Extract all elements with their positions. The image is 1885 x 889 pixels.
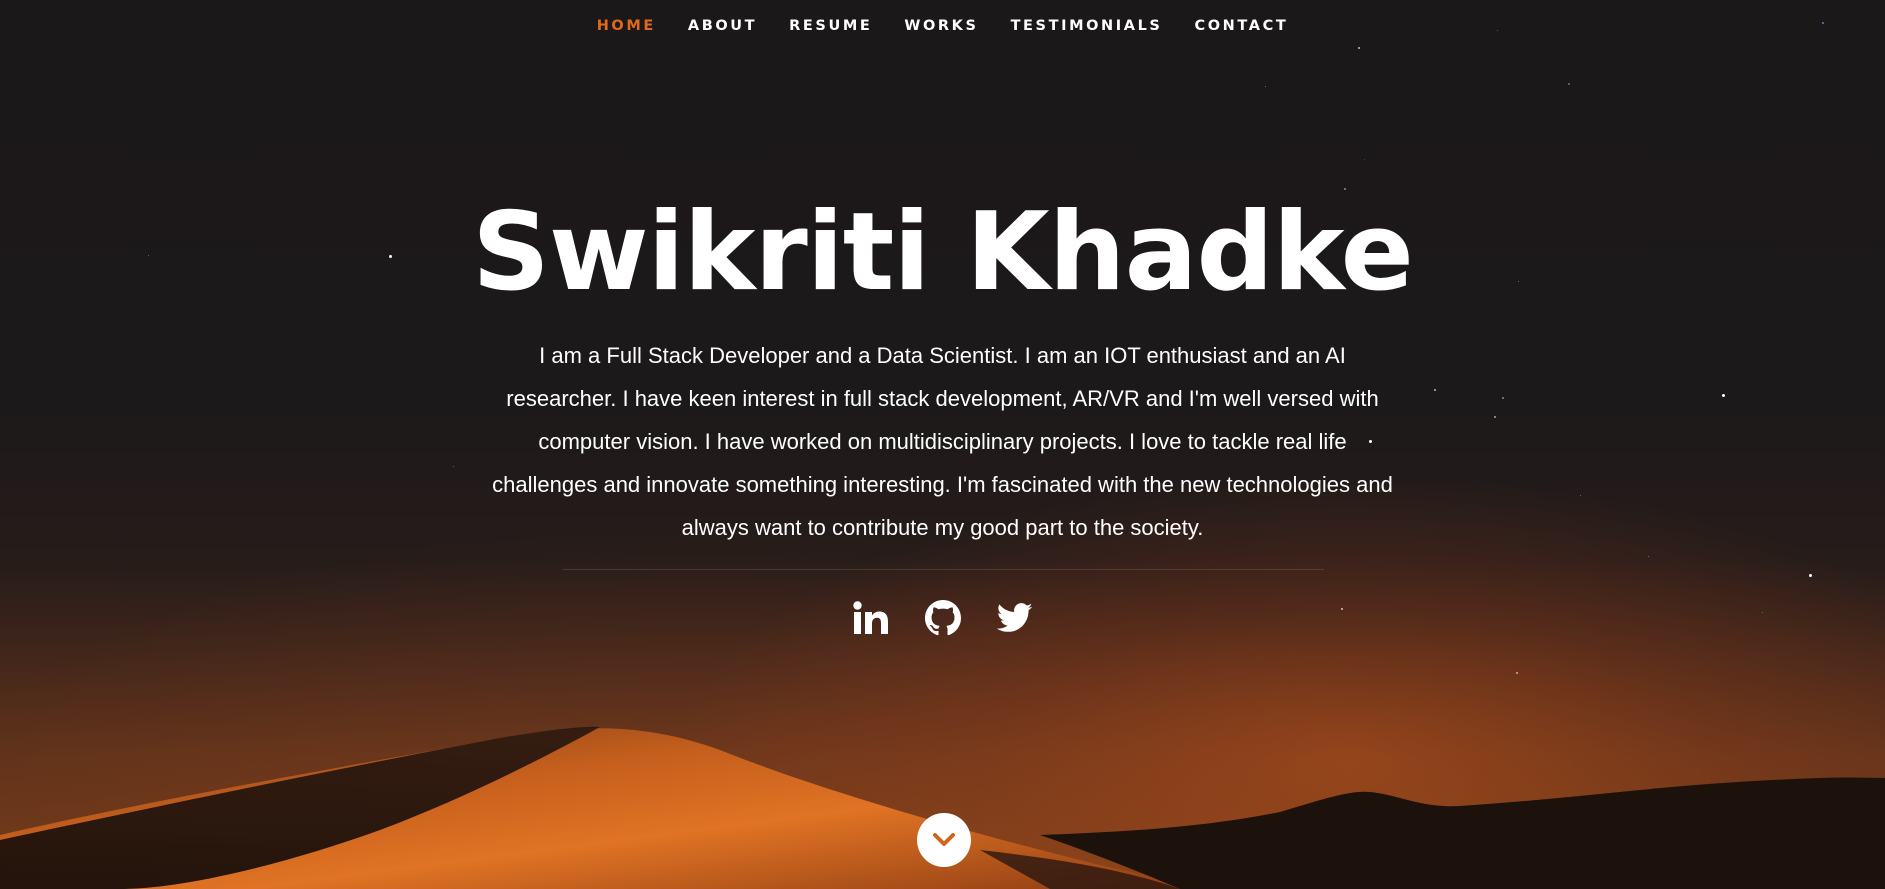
nav-item-contact[interactable]: CONTACT bbox=[1194, 18, 1288, 34]
github-link[interactable] bbox=[924, 599, 962, 637]
nav-item-testimonials[interactable]: TESTIMONIALS bbox=[1011, 18, 1163, 34]
twitter-icon bbox=[996, 603, 1032, 632]
chevron-down-icon bbox=[933, 833, 955, 846]
bio-text: I am a Full Stack Developer and a Data S… bbox=[492, 343, 1393, 540]
nav-item-resume[interactable]: RESUME bbox=[789, 18, 872, 34]
hero-section: HOME ABOUT RESUME WORKS TESTIMONIALS CON… bbox=[0, 0, 1885, 889]
nav-item-home[interactable]: HOME bbox=[597, 18, 656, 34]
linkedin-icon bbox=[852, 601, 888, 634]
divider bbox=[562, 569, 1324, 570]
main-nav: HOME ABOUT RESUME WORKS TESTIMONIALS CON… bbox=[0, 0, 1885, 52]
social-links bbox=[0, 599, 1885, 637]
nav-item-about[interactable]: ABOUT bbox=[688, 18, 757, 34]
linkedin-link[interactable] bbox=[852, 599, 890, 637]
github-icon bbox=[924, 600, 961, 636]
page-title: Swikriti Khadke bbox=[472, 190, 1414, 315]
scroll-down-button[interactable] bbox=[917, 813, 971, 867]
twitter-link[interactable] bbox=[996, 599, 1034, 637]
nav-item-works[interactable]: WORKS bbox=[904, 18, 978, 34]
